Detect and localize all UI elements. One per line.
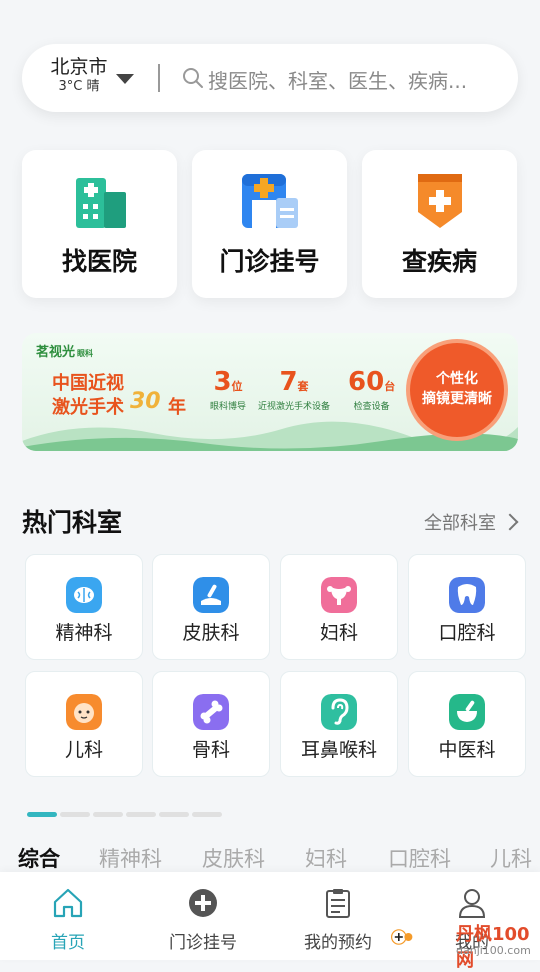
dept-psychiatry[interactable]: 精神科 — [25, 554, 143, 660]
home-icon — [53, 888, 83, 918]
find-hospital-label: 找医院 — [61, 247, 137, 276]
watermark-url: danji100.com — [456, 944, 531, 957]
dept-label: 皮肤科 — [182, 622, 240, 644]
pager-dot — [192, 812, 222, 817]
dept-label: 耳鼻喉科 — [300, 739, 377, 761]
nav-label: 我的预约 — [304, 933, 372, 953]
dept-gynecology[interactable]: 妇科 — [280, 554, 398, 660]
brand-name: 茗视光 — [36, 345, 76, 360]
stat-unit: 套 — [297, 380, 309, 393]
stat-desc: 眼科博导 — [210, 402, 247, 412]
brand-sub: 眼科 — [77, 349, 94, 358]
stat-number: 7 — [279, 367, 298, 397]
banner-years: 30 — [130, 389, 161, 414]
plus-circle-icon — [189, 889, 217, 917]
nav-label: 首页 — [51, 933, 85, 953]
mortar-icon — [449, 694, 485, 730]
dept-tcm[interactable]: 中医科 — [408, 671, 526, 777]
disease-check-card[interactable]: 查疾病 — [362, 150, 517, 298]
dept-pediatrics[interactable]: 儿科 — [25, 671, 143, 777]
all-departments-link[interactable]: 全部科室 — [424, 509, 496, 535]
city-selector[interactable]: 北京市 3°C 晴 — [46, 56, 112, 96]
pager-dot — [60, 812, 90, 817]
tooth-icon — [449, 577, 485, 613]
ear-icon — [321, 694, 357, 730]
section-title: 热门科室 — [22, 508, 123, 537]
dept-dermatology[interactable]: 皮肤科 — [152, 554, 270, 660]
badge-line-2: 摘镜更清晰 — [422, 391, 492, 407]
badge-line-1: 个性化 — [436, 371, 478, 387]
outpatient-register-card[interactable]: 门诊挂号 — [192, 150, 347, 298]
clipboard-icon — [326, 889, 350, 918]
baby-icon — [66, 694, 102, 730]
pager-dot — [159, 812, 189, 817]
caret-down-icon[interactable] — [116, 74, 134, 84]
user-icon — [458, 889, 486, 918]
outpatient-register-icon — [242, 174, 298, 228]
disease-check-icon — [418, 174, 462, 228]
stat-unit: 位 — [231, 380, 243, 393]
dept-label: 口腔科 — [438, 622, 496, 644]
dept-label: 骨科 — [191, 739, 230, 761]
dept-dental[interactable]: 口腔科 — [408, 554, 526, 660]
search-icon — [183, 68, 203, 88]
nav-outpatient-register[interactable]: 门诊挂号 — [143, 886, 263, 953]
uterus-icon — [321, 577, 357, 613]
banner-year-suffix: 年 — [168, 397, 186, 418]
divider — [158, 64, 160, 92]
hospital-building-icon — [76, 178, 126, 228]
dept-label: 中医科 — [438, 739, 496, 761]
banner-stat: 7套 近视激光手术设备 — [258, 367, 330, 412]
nav-label: 门诊挂号 — [169, 933, 237, 953]
tab-general[interactable]: 综合 — [18, 843, 60, 873]
stat-desc: 近视激光手术设备 — [258, 402, 331, 412]
skin-icon — [193, 577, 229, 613]
tab-psychiatry[interactable]: 精神科 — [99, 843, 162, 873]
banner-stat: 60台 检查设备 — [348, 367, 395, 412]
pager-dot — [93, 812, 123, 817]
dept-label: 儿科 — [64, 739, 103, 761]
tab-dental[interactable]: 口腔科 — [388, 843, 451, 873]
tab-dermatology[interactable]: 皮肤科 — [202, 843, 265, 873]
dept-label: 精神科 — [55, 622, 113, 644]
stat-number: 60 — [348, 367, 385, 397]
tab-gynecology[interactable]: 妇科 — [305, 843, 347, 873]
banner-stat: 3位 眼科博导 — [210, 367, 246, 412]
brain-icon — [66, 577, 102, 613]
disease-check-label: 查疾病 — [401, 247, 477, 276]
find-hospital-card[interactable]: 找医院 — [22, 150, 177, 298]
chevron-right-icon[interactable] — [501, 513, 519, 531]
dept-label: 妇科 — [319, 622, 358, 644]
weather-text: 3°C 晴 — [58, 79, 100, 94]
banner-headline-1: 中国近视 — [52, 373, 124, 394]
city-name: 北京市 — [50, 56, 108, 78]
watermark-logo — [391, 929, 413, 945]
banner-badge: 个性化 摘镜更清晰 — [410, 343, 504, 437]
nav-my-appointments[interactable]: 我的预约 — [278, 886, 398, 953]
dept-orthopedics[interactable]: 骨科 — [152, 671, 270, 777]
stat-unit: 台 — [384, 380, 396, 393]
stat-number: 3 — [213, 367, 232, 397]
pager-dot — [126, 812, 156, 817]
nav-home[interactable]: 首页 — [8, 886, 128, 953]
bone-icon — [193, 694, 229, 730]
search-bar: 北京市 3°C 晴 搜医院、科室、医生、疾病... — [22, 44, 518, 112]
dept-ent[interactable]: 耳鼻喉科 — [280, 671, 398, 777]
stat-desc: 检查设备 — [353, 402, 390, 412]
banner-brand: 茗视光 眼科 — [36, 341, 93, 360]
outpatient-register-label: 门诊挂号 — [219, 247, 320, 276]
promo-banner[interactable]: 茗视光 眼科 中国近视 激光手术 30 年 3位 眼科博导 7套 近视激光手术设备… — [22, 333, 518, 451]
banner-headline-2: 激光手术 — [52, 397, 124, 418]
pager-dot-active — [27, 812, 57, 817]
tab-pediatrics[interactable]: 儿科 — [490, 843, 532, 873]
search-input[interactable]: 搜医院、科室、医生、疾病... — [208, 65, 467, 94]
